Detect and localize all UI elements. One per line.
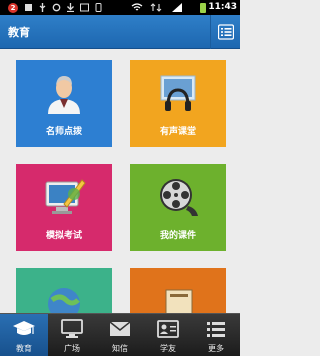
tile-label: 有声课堂 — [159, 127, 196, 137]
tile-partial-left[interactable] — [16, 268, 112, 320]
envelope-icon — [109, 321, 131, 336]
image-icon — [80, 3, 89, 12]
download-icon — [67, 3, 74, 12]
phone-icon — [95, 3, 102, 12]
tile-my-courseware[interactable]: 我的课件 — [130, 164, 226, 251]
film-reel-icon — [160, 179, 198, 216]
data-arrows-icon — [150, 3, 162, 12]
more-list-icon — [207, 322, 225, 337]
notification-icon — [25, 4, 32, 11]
signal-icon — [172, 3, 182, 12]
tile-label: 我的课件 — [159, 231, 196, 241]
tile-label: 名师点拨 — [45, 127, 82, 137]
tile-label: 模拟考试 — [45, 231, 82, 241]
usb-icon — [39, 3, 46, 12]
graduation-cap-icon — [13, 321, 35, 335]
tab-label: 更多 — [208, 344, 224, 353]
battery-icon — [200, 3, 206, 13]
tile-partial-right[interactable] — [130, 268, 226, 322]
tab-plaza[interactable]: 广场 — [48, 314, 96, 356]
sync-icon — [52, 3, 61, 12]
tab-label: 学友 — [160, 344, 176, 353]
computer-pen-icon — [45, 179, 86, 214]
headphones-icon — [160, 75, 196, 111]
page-title: 教育 — [8, 26, 30, 39]
teacher-icon — [48, 76, 80, 114]
contact-card-icon — [157, 320, 179, 338]
tab-more[interactable]: 更多 — [192, 314, 240, 356]
tab-messages[interactable]: 知信 — [96, 314, 144, 356]
tile-audio-class[interactable]: 有声课堂 — [130, 60, 226, 147]
tile-mock-exam[interactable]: 模拟考试 — [16, 164, 112, 251]
app-header: 教育 — [0, 15, 240, 49]
tab-label: 广场 — [64, 344, 80, 353]
monitor-icon — [61, 319, 83, 338]
tab-label: 知信 — [112, 344, 128, 353]
tab-classmates[interactable]: 学友 — [144, 314, 192, 356]
status-bar: 2 11:43 — [0, 0, 240, 15]
wifi-icon — [131, 3, 143, 11]
notification-badge: 2 — [8, 3, 18, 13]
bottom-tab-bar: 教育 广场 知信 学友 更多 — [0, 313, 240, 356]
tab-education[interactable]: 教育 — [0, 314, 48, 356]
status-time: 11:43 — [208, 2, 237, 12]
tile-famous-teacher[interactable]: 名师点拨 — [16, 60, 112, 147]
tab-label: 教育 — [16, 344, 32, 353]
list-menu-icon — [218, 24, 234, 40]
menu-button[interactable] — [210, 15, 240, 49]
